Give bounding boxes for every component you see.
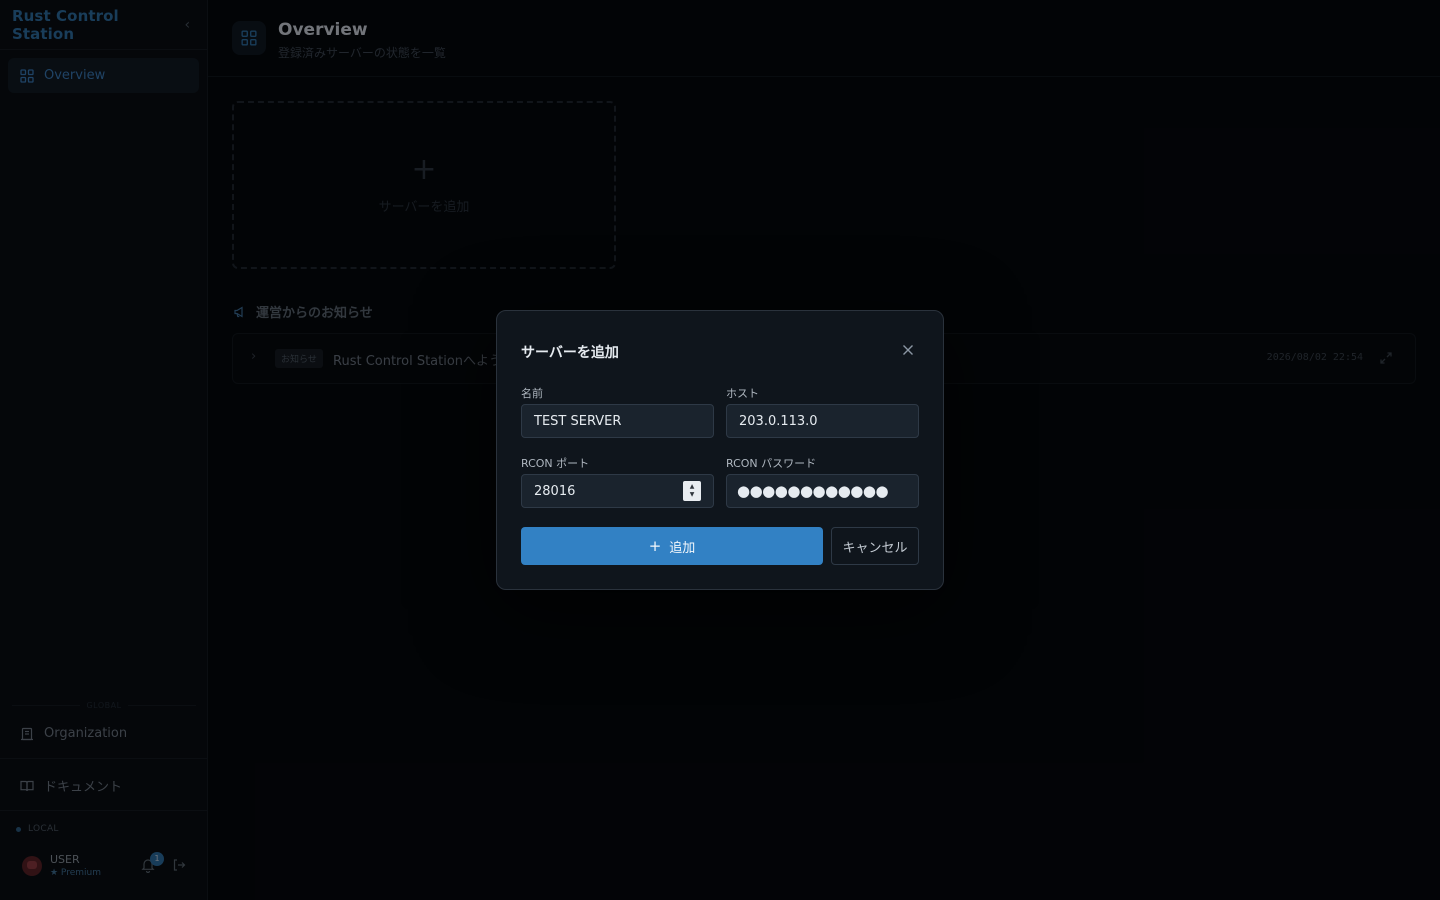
add-button-label: 追加	[669, 540, 696, 556]
plus-icon: +	[648, 537, 662, 555]
port-value: 28016	[534, 483, 576, 499]
chevron-down-icon[interactable]: ▼	[690, 492, 695, 498]
cancel-button[interactable]: キャンセル	[831, 527, 919, 565]
name-field[interactable]: TEST SERVER	[521, 404, 714, 438]
port-label: RCON ポート	[521, 457, 590, 470]
close-icon[interactable]	[899, 341, 917, 359]
port-field[interactable]: 28016 ▲ ▼	[521, 474, 714, 508]
host-label: ホスト	[726, 387, 759, 400]
password-field[interactable]: ●●●●●●●●●●●●	[726, 474, 919, 508]
dialog-title: サーバーを追加	[521, 345, 619, 361]
port-stepper[interactable]: ▲ ▼	[683, 481, 701, 501]
password-label: RCON パスワード	[726, 457, 817, 470]
host-field[interactable]: 203.0.113.0	[726, 404, 919, 438]
add-button[interactable]: + 追加	[521, 527, 823, 565]
add-server-dialog: サーバーを追加 名前 TEST SERVER ホスト 203.0.113.0 R…	[496, 310, 944, 590]
name-label: 名前	[521, 387, 543, 400]
chevron-up-icon[interactable]: ▲	[690, 484, 695, 490]
